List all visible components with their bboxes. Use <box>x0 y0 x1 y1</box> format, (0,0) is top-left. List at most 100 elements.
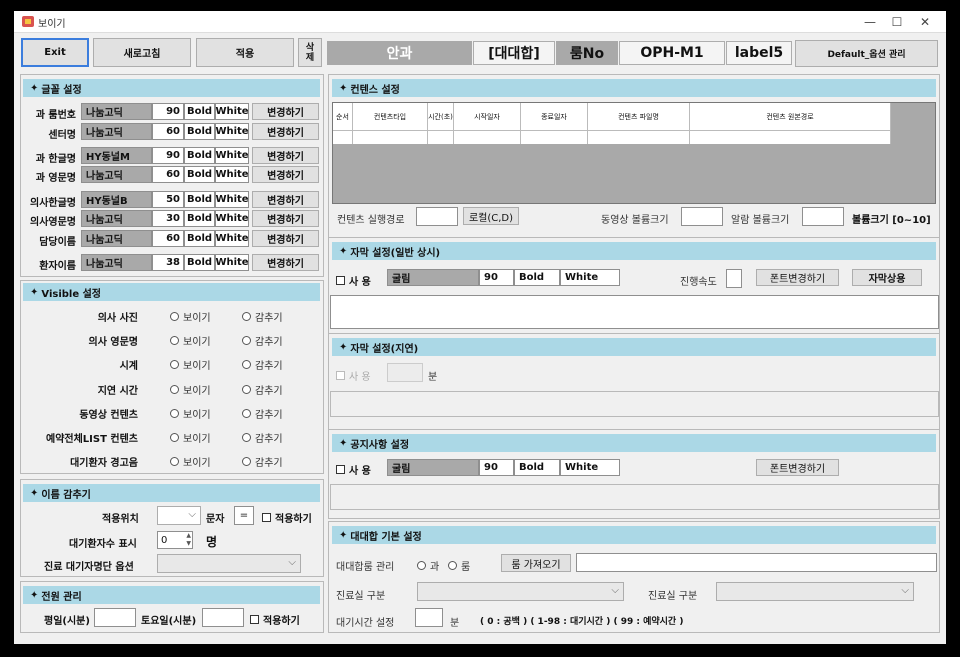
waiting-count-stepper[interactable]: 0 ▲ ▼ <box>157 531 193 549</box>
saturday-input[interactable] <box>202 608 244 627</box>
radio-show[interactable]: 보이기 <box>170 430 211 445</box>
delay-minutes-input[interactable] <box>387 363 423 382</box>
font-row-color: White <box>215 191 249 208</box>
content-title: 컨텐스 설정 <box>350 84 400 96</box>
grid-column-header[interactable]: 컨텐츠 원본경로 <box>690 103 891 130</box>
notice-use-checkbox[interactable]: 사 용 <box>336 462 371 477</box>
clinic2-select[interactable]: ⌵ <box>716 582 914 601</box>
subtitle-normal-header: ✦ 자막 설정(일반 상시) <box>332 242 936 260</box>
radio-show[interactable]: 보이기 <box>170 406 211 421</box>
exit-button[interactable]: Exit <box>21 38 89 67</box>
radio-show[interactable]: 보이기 <box>170 382 211 397</box>
subtitle-font-button[interactable]: 폰트변경하기 <box>756 269 839 286</box>
weekday-input[interactable] <box>94 608 136 627</box>
font-change-button[interactable]: 변경하기 <box>252 147 319 164</box>
grid-column-header[interactable]: 순서 <box>333 103 353 130</box>
grid-cell[interactable] <box>333 130 353 144</box>
grid-cell[interactable] <box>588 130 690 144</box>
exec-path-label: 컨텐츠 실행경로 <box>337 215 405 226</box>
font-row-label: 센터명 <box>48 130 76 141</box>
clinic1-select[interactable]: ⌵ <box>417 582 624 601</box>
grid-cell[interactable] <box>521 130 588 144</box>
visible-row-label: 의사 사진 <box>97 313 138 324</box>
subtitle-text-input[interactable] <box>330 295 939 329</box>
notice-text-area[interactable] <box>330 484 939 510</box>
options-button[interactable]: Default_옵션 관리 <box>795 40 938 67</box>
waiting-list-option-select[interactable]: ⌵ <box>157 554 301 573</box>
grid-column-header[interactable]: 컨텐츠 파일명 <box>588 103 690 130</box>
room-list-input[interactable] <box>576 553 937 572</box>
radio-hide[interactable]: 감추기 <box>242 309 283 324</box>
grid-column-header[interactable]: 시간(초) <box>428 103 454 130</box>
delay-use-checkbox[interactable]: 사 용 <box>336 368 371 383</box>
radio-room[interactable]: 룸 <box>448 558 470 573</box>
exec-path-input[interactable] <box>416 207 458 226</box>
apply-button[interactable]: 적용 <box>196 38 294 67</box>
grid-cell[interactable] <box>428 130 454 144</box>
radio-hide[interactable]: 감추기 <box>242 357 283 372</box>
grid-column-header[interactable]: 시작일자 <box>454 103 521 130</box>
grid-column-header[interactable]: 컨텐츠타입 <box>353 103 428 130</box>
grid-cell[interactable] <box>690 130 891 144</box>
local-drive-button[interactable]: 로컬(C,D) <box>463 207 519 225</box>
minimize-icon[interactable]: — <box>857 14 883 30</box>
radio-dept[interactable]: 과 <box>417 558 439 573</box>
font-change-button[interactable]: 변경하기 <box>252 123 319 140</box>
wait-time-input[interactable] <box>415 608 443 627</box>
content-header: ✦ 컨텐스 설정 <box>332 79 936 97</box>
grid-cell[interactable] <box>454 130 521 144</box>
radio-show[interactable]: 보이기 <box>170 454 211 469</box>
saturday-label: 토요일(시분) <box>141 616 197 627</box>
radio-show-label: 보이기 <box>183 458 211 470</box>
power-header: ✦ 전원 관리 <box>23 586 320 604</box>
hide-apply-label: 적용하기 <box>275 514 312 525</box>
radio-hide[interactable]: 감추기 <box>242 333 283 348</box>
radio-hide[interactable]: 감추기 <box>242 430 283 445</box>
font-row-font: 나눔고딕 <box>81 230 152 247</box>
radio-hide[interactable]: 감추기 <box>242 454 283 469</box>
grid-cell[interactable] <box>353 130 428 144</box>
radio-show-label: 보이기 <box>183 337 211 349</box>
stepper-arrows-icon[interactable]: ▲ ▼ <box>186 532 191 548</box>
delete-button[interactable]: 삭제 <box>298 38 322 67</box>
font-change-button[interactable]: 변경하기 <box>252 103 319 120</box>
font-row-color: White <box>215 166 249 183</box>
subtitle-use-checkbox[interactable]: 사 용 <box>336 273 371 288</box>
grid-column-header[interactable]: 종료일자 <box>521 103 588 130</box>
font-change-button[interactable]: 변경하기 <box>252 191 319 208</box>
radio-hide[interactable]: 감추기 <box>242 382 283 397</box>
fetch-room-button[interactable]: 룸 가져오기 <box>501 554 571 572</box>
radio-icon <box>448 561 457 570</box>
volume-range-label: 볼륨크기 [0~10] <box>852 215 931 226</box>
delay-text-area[interactable] <box>330 391 939 417</box>
content-grid[interactable]: 순서 컨텐츠타입 시간(초) 시작일자 종료일자 컨텐츠 파일명 컨텐츠 원본경로 <box>332 102 936 204</box>
subtitle-speed-input[interactable] <box>726 269 742 288</box>
basic-title: 대대합 기본 설정 <box>350 531 422 543</box>
subtitle-normal-title: 자막 설정(일반 상시) <box>350 247 441 259</box>
notice-font-button[interactable]: 폰트변경하기 <box>756 459 839 476</box>
visible-row-label: 대기환자 경고음 <box>70 458 138 470</box>
maximize-icon[interactable]: ☐ <box>884 14 910 30</box>
radio-show[interactable]: 보이기 <box>170 333 211 348</box>
radio-show[interactable]: 보이기 <box>170 309 211 324</box>
power-apply-checkbox[interactable]: 적용하기 <box>250 612 300 627</box>
subtitle-apply-button[interactable]: 자막상용 <box>852 269 922 286</box>
alarm-volume-input[interactable] <box>802 207 844 226</box>
video-volume-input[interactable] <box>681 207 723 226</box>
radio-show[interactable]: 보이기 <box>170 357 211 372</box>
font-change-button[interactable]: 변경하기 <box>252 254 319 271</box>
font-row-label: 과 룸번호 <box>35 110 76 121</box>
close-icon[interactable]: ✕ <box>912 14 938 30</box>
apply-position-select[interactable]: ⌵ <box>157 506 201 525</box>
refresh-button[interactable]: 새로고침 <box>93 38 191 67</box>
font-change-button[interactable]: 변경하기 <box>252 210 319 227</box>
weekday-label: 평일(시분) <box>44 616 90 627</box>
radio-hide[interactable]: 감추기 <box>242 406 283 421</box>
char-input[interactable]: = <box>234 506 254 525</box>
hide-apply-checkbox[interactable]: 적용하기 <box>262 510 312 525</box>
font-change-button[interactable]: 변경하기 <box>252 166 319 183</box>
font-row-color: White <box>215 147 249 164</box>
font-change-button[interactable]: 변경하기 <box>252 230 319 247</box>
room-value: OPH-M1 <box>619 41 725 65</box>
notice-font: 굴림 <box>387 459 479 476</box>
